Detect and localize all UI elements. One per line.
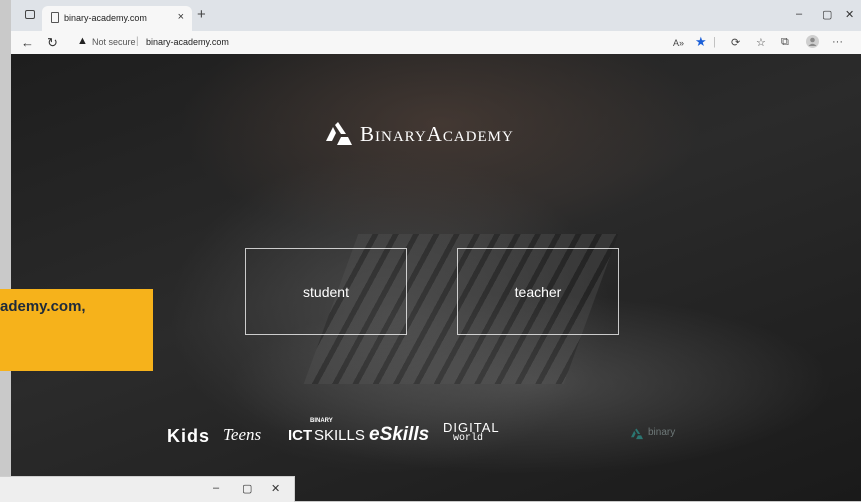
url-field[interactable]: binary-academy.com [146, 37, 229, 47]
browser-window: binary-academy.com × + – ▢ ✕ ← ↻ ▲ Not s… [11, 0, 861, 501]
minimize-button[interactable]: – [796, 8, 802, 20]
tab-bar: binary-academy.com × + – ▢ ✕ [11, 0, 861, 31]
address-bar: ← ↻ ▲ Not secure | binary-academy.com A»… [11, 31, 861, 55]
more-icon[interactable]: ··· [832, 36, 843, 48]
ict-small-label: BINARY [310, 418, 333, 424]
security-label[interactable]: Not secure [92, 37, 136, 47]
page-content: BinaryAcademy student teacher Kids Teens… [11, 54, 861, 501]
ict-skills-label: SKILLS [314, 427, 365, 444]
toolbar-divider: | [713, 36, 716, 48]
collections-icon[interactable]: ⟳ [731, 36, 740, 49]
binary-academy-logo-icon [326, 122, 352, 145]
warning-icon[interactable]: ▲ [77, 35, 88, 47]
overlay-callout: ademy.com, [0, 289, 153, 371]
second-minimize-button[interactable]: – [213, 482, 219, 494]
tab-title: binary-academy.com [64, 13, 147, 23]
footer-brand-label: binary [648, 427, 676, 438]
teacher-button[interactable]: teacher [457, 248, 619, 335]
extensions-icon[interactable]: ⧉ [781, 36, 789, 49]
callout-text: ademy.com, [0, 298, 86, 315]
url-separator: | [136, 36, 139, 47]
eskills-logo[interactable]: eSkills [369, 424, 429, 446]
tab-actions-icon[interactable] [25, 10, 35, 19]
browser-tab[interactable]: binary-academy.com × [42, 6, 192, 31]
maximize-button[interactable]: ▢ [822, 8, 832, 21]
profile-icon[interactable] [806, 35, 819, 51]
tab-close-icon[interactable]: × [178, 11, 184, 23]
new-tab-button[interactable]: + [197, 6, 206, 23]
refresh-button[interactable]: ↻ [47, 35, 58, 51]
close-button[interactable]: ✕ [845, 8, 854, 21]
ict-bold-label: ICT [288, 427, 313, 444]
back-button[interactable]: ← [21, 35, 34, 50]
page-icon [51, 12, 59, 23]
world-label: world [453, 433, 484, 444]
brand-name: BinaryAcademy [360, 122, 514, 146]
second-window-titlebar: – ▢ ✕ [0, 476, 295, 502]
favorite-star-icon[interactable]: ★ [695, 34, 707, 50]
second-maximize-button[interactable]: ▢ [242, 482, 252, 495]
read-aloud-icon[interactable]: A» [673, 38, 684, 48]
binary-footer-icon [631, 428, 643, 440]
teens-logo[interactable]: Teens [223, 425, 261, 445]
second-close-button[interactable]: ✕ [271, 482, 280, 495]
kids-logo[interactable]: Kids [167, 426, 210, 447]
student-button[interactable]: student [245, 248, 407, 335]
favorites-icon[interactable]: ☆ [756, 36, 766, 49]
